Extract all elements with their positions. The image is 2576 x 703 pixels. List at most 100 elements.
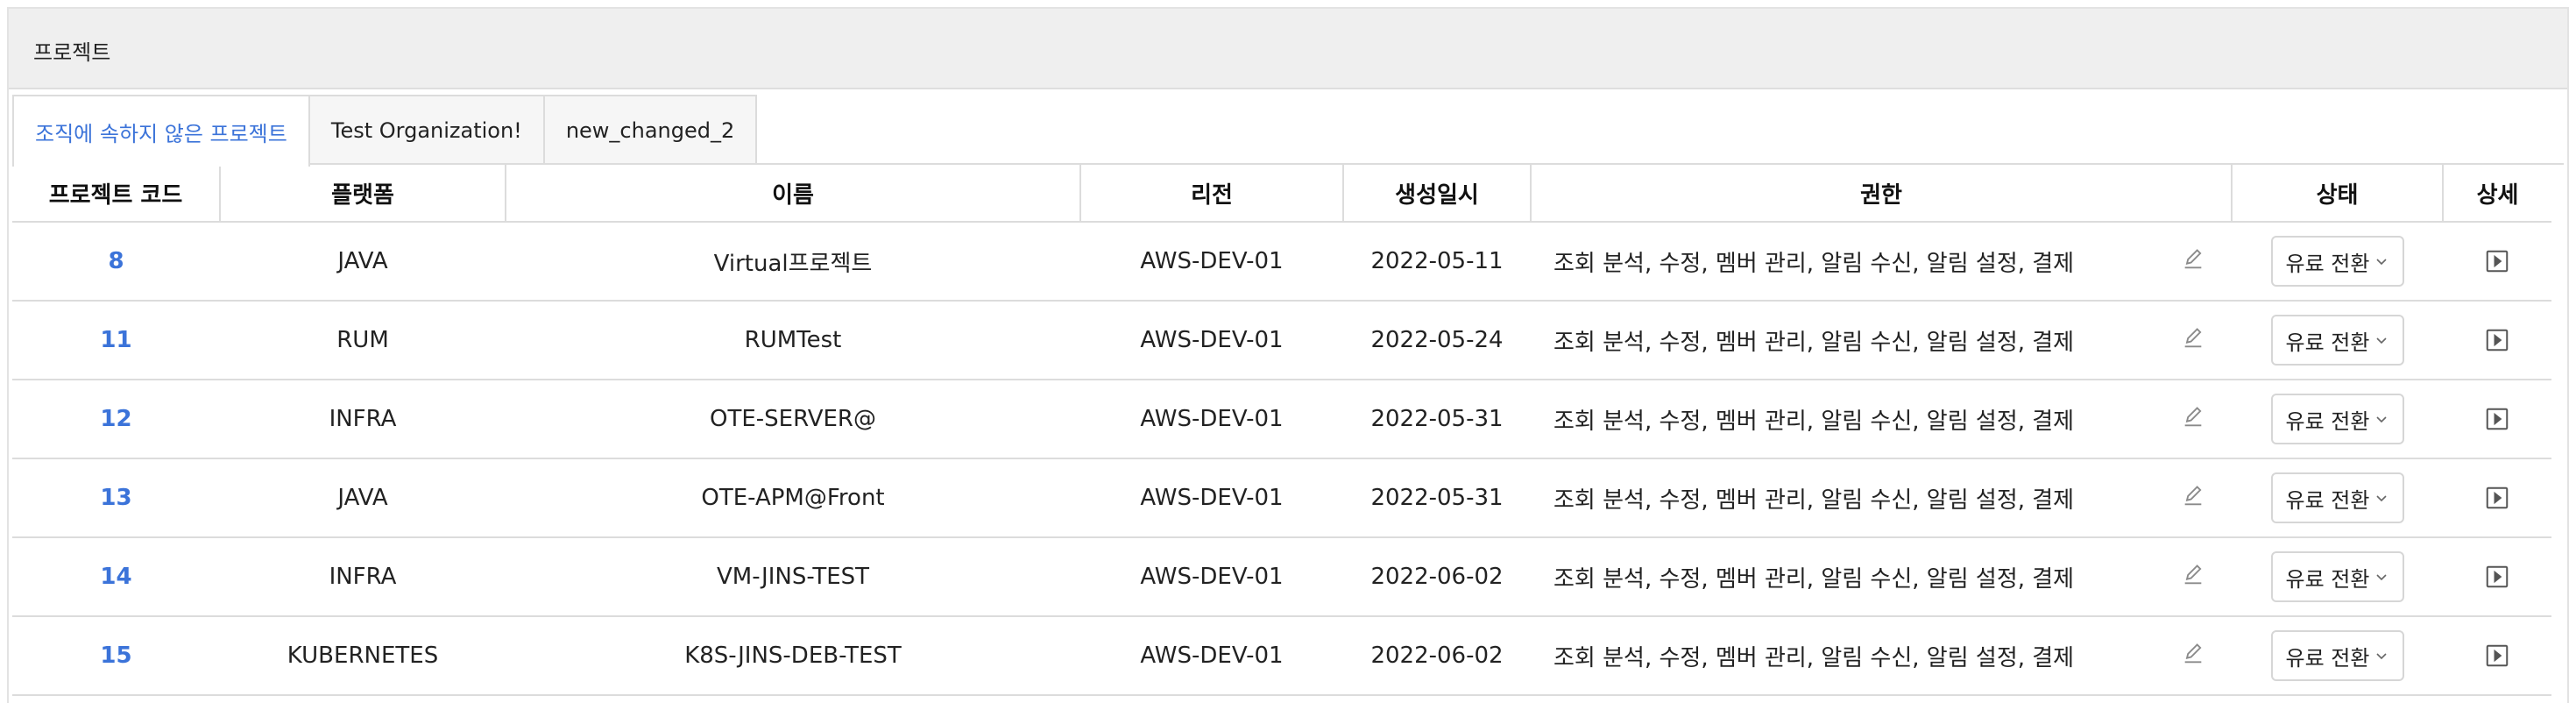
- region-cell: AWS-DEV-01: [1080, 616, 1343, 696]
- play-square-icon[interactable]: [2484, 406, 2510, 432]
- status-cell: 유료 전환: [2232, 380, 2443, 459]
- permissions-cell: 조회 분석, 수정, 멤버 관리, 알림 수신, 알림 설정, 결제: [1531, 458, 2232, 538]
- status-label: 유료 전환: [2285, 251, 2370, 276]
- play-square-icon[interactable]: [2484, 327, 2510, 353]
- status-label: 유료 전환: [2285, 487, 2370, 513]
- column-header-created[interactable]: 생성일시: [1342, 165, 1531, 223]
- project-code-link[interactable]: 15: [12, 616, 220, 696]
- table-header-row: 프로젝트 코드 플랫폼 이름 리전 생성일시 권한 상태 상세: [12, 165, 2551, 223]
- page-title: 프로젝트: [33, 40, 111, 65]
- pencil-icon[interactable]: [2181, 405, 2205, 430]
- detail-cell: [2443, 458, 2551, 538]
- table-row: 11 RUM RUMTest AWS-DEV-01 2022-05-24 조회 분석, 수…: [12, 301, 2551, 380]
- region-cell: AWS-DEV-01: [1080, 537, 1343, 617]
- column-header-code[interactable]: 프로젝트 코드: [12, 165, 220, 223]
- project-code-link[interactable]: 11: [12, 301, 220, 380]
- column-header-detail: 상세: [2442, 165, 2551, 223]
- status-dropdown[interactable]: 유료 전환: [2270, 315, 2404, 366]
- created-cell: 2022-05-31: [1343, 458, 1531, 538]
- detail-cell: [2443, 222, 2551, 302]
- created-cell: 2022-06-02: [1343, 537, 1531, 617]
- pencil-icon[interactable]: [2181, 484, 2205, 508]
- table-row: 15 KUBERNETES K8S-JINS-DEB-TEST AWS-DEV-01 2…: [12, 616, 2551, 696]
- status-cell: 유료 전환: [2232, 301, 2443, 380]
- table-row: 8 JAVA Virtual프로젝트 AWS-DEV-01 2022-05-11 조회 분…: [12, 222, 2551, 302]
- status-cell: 유료 전환: [2232, 616, 2443, 696]
- column-header-region[interactable]: 리전: [1079, 165, 1343, 223]
- status-label: 유료 전환: [2285, 566, 2370, 592]
- play-square-icon[interactable]: [2484, 248, 2510, 274]
- detail-cell: [2443, 616, 2551, 696]
- status-dropdown[interactable]: 유료 전환: [2270, 551, 2404, 602]
- tab-new-changed-2[interactable]: new_changed_2: [542, 95, 758, 165]
- tab-no-organization[interactable]: 조직에 속하지 않은 프로젝트: [12, 95, 310, 167]
- chevron-down-icon: [2374, 407, 2388, 431]
- status-label: 유료 전환: [2285, 330, 2370, 355]
- region-cell: AWS-DEV-01: [1080, 380, 1343, 459]
- name-cell: RUMTest: [506, 301, 1080, 380]
- status-dropdown[interactable]: 유료 전환: [2270, 630, 2404, 681]
- created-cell: 2022-05-11: [1343, 222, 1531, 302]
- name-cell: OTE-SERVER@: [506, 380, 1080, 459]
- detail-cell: [2443, 537, 2551, 617]
- play-square-icon[interactable]: [2484, 485, 2510, 511]
- permissions-cell: 조회 분석, 수정, 멤버 관리, 알림 수신, 알림 설정, 결제: [1531, 537, 2232, 617]
- pencil-icon[interactable]: [2181, 247, 2205, 272]
- created-cell: 2022-06-02: [1343, 616, 1531, 696]
- column-header-permissions: 권한: [1530, 165, 2232, 223]
- status-dropdown[interactable]: 유료 전환: [2270, 394, 2404, 444]
- permissions-text: 조회 분석, 수정, 멤버 관리, 알림 수신, 알림 설정, 결제: [1553, 486, 2075, 514]
- table-row: 13 JAVA OTE-APM@Front AWS-DEV-01 2022-05-31 조…: [12, 458, 2551, 538]
- pencil-icon[interactable]: [2181, 563, 2205, 587]
- tab-bar: 조직에 속하지 않은 프로젝트 Test Organization! new_c…: [12, 95, 758, 167]
- project-code-link[interactable]: 8: [12, 222, 220, 302]
- status-label: 유료 전환: [2285, 408, 2370, 434]
- status-label: 유료 전환: [2285, 645, 2370, 671]
- created-cell: 2022-05-31: [1343, 380, 1531, 459]
- chevron-down-icon: [2374, 643, 2388, 668]
- platform-cell: KUBERNETES: [220, 616, 506, 696]
- platform-cell: JAVA: [220, 458, 506, 538]
- platform-cell: INFRA: [220, 380, 506, 459]
- region-cell: AWS-DEV-01: [1080, 222, 1343, 302]
- name-cell: Virtual프로젝트: [506, 222, 1080, 302]
- project-code-link[interactable]: 12: [12, 380, 220, 459]
- pencil-icon[interactable]: [2181, 326, 2205, 351]
- detail-cell: [2443, 301, 2551, 380]
- chevron-down-icon: [2374, 249, 2388, 273]
- status-dropdown[interactable]: 유료 전환: [2270, 472, 2404, 523]
- table-row: 14 INFRA VM-JINS-TEST AWS-DEV-01 2022-06-02 조…: [12, 537, 2551, 617]
- name-cell: K8S-JINS-DEB-TEST: [506, 616, 1080, 696]
- project-code-link[interactable]: 14: [12, 537, 220, 617]
- play-square-icon[interactable]: [2484, 564, 2510, 590]
- platform-cell: INFRA: [220, 537, 506, 617]
- column-header-name[interactable]: 이름: [505, 165, 1080, 223]
- pencil-icon[interactable]: [2181, 642, 2205, 666]
- name-cell: OTE-APM@Front: [506, 458, 1080, 538]
- chevron-down-icon: [2374, 486, 2388, 510]
- permissions-cell: 조회 분석, 수정, 멤버 관리, 알림 수신, 알림 설정, 결제: [1531, 616, 2232, 696]
- permissions-text: 조회 분석, 수정, 멤버 관리, 알림 수신, 알림 설정, 결제: [1553, 250, 2075, 277]
- permissions-text: 조회 분석, 수정, 멤버 관리, 알림 수신, 알림 설정, 결제: [1553, 644, 2075, 671]
- region-cell: AWS-DEV-01: [1080, 458, 1343, 538]
- chevron-down-icon: [2374, 565, 2388, 589]
- column-header-status: 상태: [2231, 165, 2443, 223]
- status-cell: 유료 전환: [2232, 222, 2443, 302]
- project-code-link[interactable]: 13: [12, 458, 220, 538]
- status-cell: 유료 전환: [2232, 537, 2443, 617]
- panel-header: 프로젝트: [9, 9, 2567, 89]
- tab-test-organization[interactable]: Test Organization!: [308, 95, 545, 165]
- status-cell: 유료 전환: [2232, 458, 2443, 538]
- chevron-down-icon: [2374, 328, 2388, 352]
- status-dropdown[interactable]: 유료 전환: [2270, 236, 2404, 287]
- permissions-cell: 조회 분석, 수정, 멤버 관리, 알림 수신, 알림 설정, 결제: [1531, 380, 2232, 459]
- play-square-icon[interactable]: [2484, 643, 2510, 669]
- platform-cell: RUM: [220, 301, 506, 380]
- permissions-text: 조회 분석, 수정, 멤버 관리, 알림 수신, 알림 설정, 결제: [1553, 329, 2075, 356]
- table-row: 12 INFRA OTE-SERVER@ AWS-DEV-01 2022-05-31 조회…: [12, 380, 2551, 459]
- permissions-cell: 조회 분석, 수정, 멤버 관리, 알림 수신, 알림 설정, 결제: [1531, 222, 2232, 302]
- permissions-text: 조회 분석, 수정, 멤버 관리, 알림 수신, 알림 설정, 결제: [1553, 408, 2075, 435]
- project-table: 프로젝트 코드 플랫폼 이름 리전 생성일시 권한 상태 상세 8 JAVA Vir…: [12, 165, 2551, 696]
- column-header-platform[interactable]: 플랫폼: [219, 165, 506, 223]
- permissions-cell: 조회 분석, 수정, 멤버 관리, 알림 수신, 알림 설정, 결제: [1531, 301, 2232, 380]
